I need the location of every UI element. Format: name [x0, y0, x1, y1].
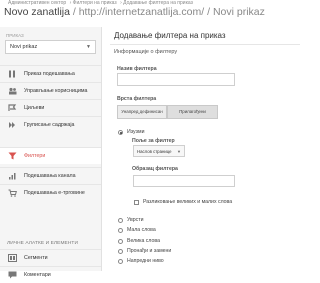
radio-include[interactable]: [118, 218, 123, 223]
tab-predefined[interactable]: Унапред дефинисан: [117, 105, 167, 119]
filter-field-value: Наслов странице: [137, 149, 172, 154]
comments-icon: [8, 271, 17, 279]
sidebar-item-content-grouping[interactable]: Груписање садржаја: [0, 116, 101, 133]
filter-field-label: Поље за филтер: [132, 138, 175, 144]
sidebar-item-label: Подешавања е-трговине: [24, 190, 85, 196]
radio-lowercase[interactable]: [118, 228, 123, 233]
filter-name-input[interactable]: [117, 73, 235, 86]
sidebar-item-filters[interactable]: Филтери: [0, 147, 101, 164]
sidebar-item-channel-settings[interactable]: Подешавања канала: [0, 167, 101, 184]
sidebar-item-view-settings[interactable]: Приказ подешавања: [0, 65, 101, 82]
sidebar-item-label: Сегменти: [24, 255, 48, 261]
radio-uppercase[interactable]: [118, 239, 123, 244]
filter-info-label: Информације о филтеру: [114, 49, 178, 55]
radio-include-label: Уврсти: [127, 217, 144, 223]
radio-find-replace[interactable]: [118, 249, 123, 254]
sidebar-item-label: Подешавања канала: [24, 173, 76, 179]
radio-advanced-label: Напредни ниво: [127, 258, 164, 264]
cart-icon: [8, 189, 17, 197]
segments-icon: [8, 254, 17, 262]
sidebar-item-user-management[interactable]: Управљање корисницима: [0, 82, 101, 99]
channel-icon: [9, 173, 16, 180]
sidebar-item-label: Управљање корисницима: [24, 88, 88, 94]
radio-find-replace-label: Пронађи и замени: [127, 248, 172, 254]
sidebar-item-label: Циљеви: [24, 105, 45, 111]
divider: [110, 44, 300, 45]
sidebar-item-goals[interactable]: Циљеви: [0, 99, 101, 116]
filter-pattern-value: [134, 185, 137, 191]
filter-icon: [8, 152, 17, 160]
filter-pattern-label: Образац филтера: [132, 166, 178, 172]
sidebar-item-label: Филтери: [24, 153, 46, 159]
personal-tools-section-label: ЛИЧНЕ АЛАТКЕ И ЕЛЕМЕНТИ: [7, 241, 78, 246]
filter-type-label: Врста филтера: [117, 96, 157, 102]
view-label: ПРИКАЗ: [6, 33, 24, 38]
filter-field-select[interactable]: Наслов странице ▼: [133, 145, 185, 157]
sidebar-item-label: Коментари: [24, 272, 51, 278]
goals-icon: [8, 104, 17, 111]
radio-exclude-label: Изузми: [127, 129, 145, 135]
sidebar-item-comments[interactable]: Коментари: [0, 266, 101, 283]
view-select[interactable]: Novi prikaz ▼: [5, 40, 96, 54]
sidebar-item-label: Приказ подешавања: [24, 71, 75, 77]
case-sensitive-label: Разликовање великих и малих слова: [143, 199, 233, 205]
content-grouping-icon: [9, 122, 15, 128]
chevron-down-icon: ▼: [86, 44, 91, 50]
tab-custom[interactable]: Прилагођени: [167, 105, 218, 119]
filter-name-value: [118, 83, 121, 89]
filter-pattern-input[interactable]: [133, 175, 235, 187]
account-title: Novo zanatlija: [4, 6, 70, 18]
page-header: Novo zanatlija / http://internetzanatlij…: [4, 6, 265, 18]
view-select-value: Novi prikaz: [10, 44, 38, 50]
chevron-down-icon: ▼: [177, 149, 181, 154]
users-icon: [9, 87, 17, 95]
sidebar-item-label: Груписање садржаја: [24, 122, 75, 128]
radio-uppercase-label: Велика слова: [127, 238, 160, 244]
radio-advanced[interactable]: [118, 259, 123, 264]
sidebar-item-ecommerce-settings[interactable]: Подешавања е-трговине: [0, 184, 101, 201]
filter-name-label: Назив филтера: [117, 66, 157, 72]
sidebar-item-segments[interactable]: Сегменти: [0, 249, 101, 266]
page-title: Додавање филтера на приказ: [114, 31, 226, 40]
case-sensitive-checkbox[interactable]: [134, 200, 139, 205]
radio-lowercase-label: Мала слова: [127, 227, 156, 233]
account-subtitle: / http://internetzanatlija.com/ / Novi p…: [69, 6, 265, 18]
settings-icon: [9, 70, 15, 78]
radio-exclude[interactable]: [118, 130, 123, 135]
